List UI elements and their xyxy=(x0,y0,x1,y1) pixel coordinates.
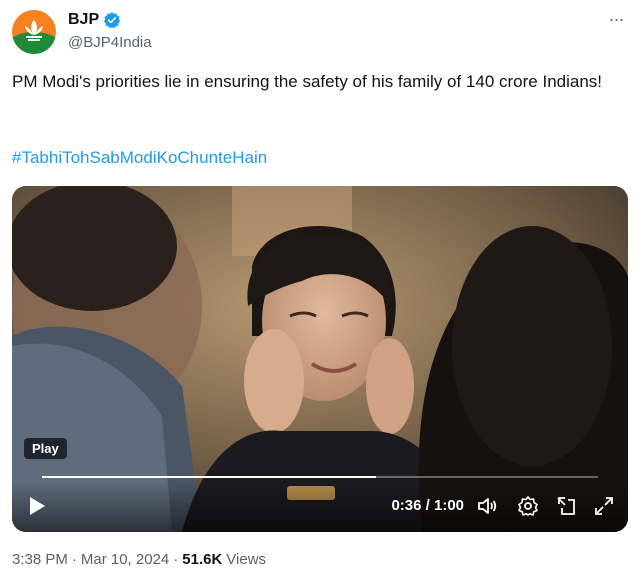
views-count: 51.6K xyxy=(182,551,223,568)
video-controls: 0:36 / 1:00 xyxy=(12,482,628,532)
tweet-text: PM Modi's priorities lie in ensuring the… xyxy=(12,72,603,91)
author-info: BJP @BJP4India xyxy=(68,10,152,51)
pip-icon[interactable] xyxy=(554,494,578,518)
separator: · xyxy=(71,551,77,568)
settings-icon[interactable] xyxy=(516,494,540,518)
video-player[interactable]: Play 0:36 / 1:00 xyxy=(12,186,628,532)
lotus-icon xyxy=(25,20,43,41)
separator: · xyxy=(173,551,179,568)
author-name[interactable]: BJP xyxy=(68,11,99,29)
more-options-icon[interactable]: ··· xyxy=(604,10,628,32)
volume-icon[interactable] xyxy=(476,494,500,518)
play-icon[interactable] xyxy=(22,492,50,520)
tweet-date[interactable]: Mar 10, 2024 xyxy=(81,551,169,568)
fullscreen-icon[interactable] xyxy=(592,494,616,518)
tweet-header: BJP @BJP4India ··· xyxy=(12,10,628,58)
views-label: Views xyxy=(226,551,267,568)
hashtag-link[interactable]: #TabhiTohSabModiKoChunteHain xyxy=(12,148,267,168)
verified-badge-icon xyxy=(104,12,121,29)
avatar[interactable] xyxy=(12,10,56,54)
tweet-footer: 3:38 PM · Mar 10, 2024 · 51.6K Views xyxy=(12,551,266,568)
progress-track[interactable] xyxy=(42,476,598,478)
tweet-time[interactable]: 3:38 PM xyxy=(12,551,68,568)
video-frame xyxy=(12,186,628,532)
video-time: 0:36 / 1:00 xyxy=(391,497,464,514)
author-handle[interactable]: @BJP4India xyxy=(68,34,152,51)
progress-fill xyxy=(42,476,376,478)
play-badge: Play xyxy=(24,438,67,459)
